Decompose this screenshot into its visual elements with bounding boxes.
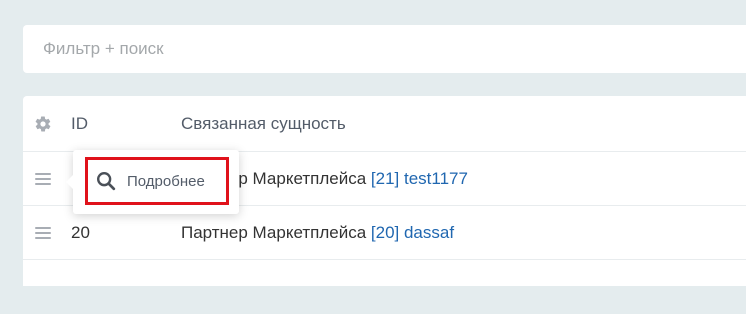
search-icon [97,172,116,191]
cell-id: 20 [71,223,90,242]
table-row [23,260,746,314]
filter-bar [23,25,746,73]
cell-entity: Партнер Маркетплейса [20] dassaf [181,223,454,243]
column-header-id[interactable]: ID [71,114,88,134]
table-row: 20 Партнер Маркетплейса [20] dassaf [23,206,746,260]
details-menu-label: Подробнее [127,172,205,190]
row-context-menu: Подробнее [66,150,239,214]
gear-icon[interactable] [34,115,52,133]
grid-header: ID Связанная сущность [23,96,746,152]
row-menu-icon[interactable] [35,227,51,239]
entity-type-text: Партнер Маркетплейса [181,223,371,242]
row-menu-icon[interactable] [35,173,51,185]
entity-link[interactable]: [20] dassaf [371,223,454,242]
details-menu-item[interactable]: Подробнее [85,157,229,205]
entity-link[interactable]: [21] test1177 [371,169,468,188]
column-header-entity[interactable]: Связанная сущность [181,114,346,134]
filter-search-input[interactable] [43,38,723,60]
